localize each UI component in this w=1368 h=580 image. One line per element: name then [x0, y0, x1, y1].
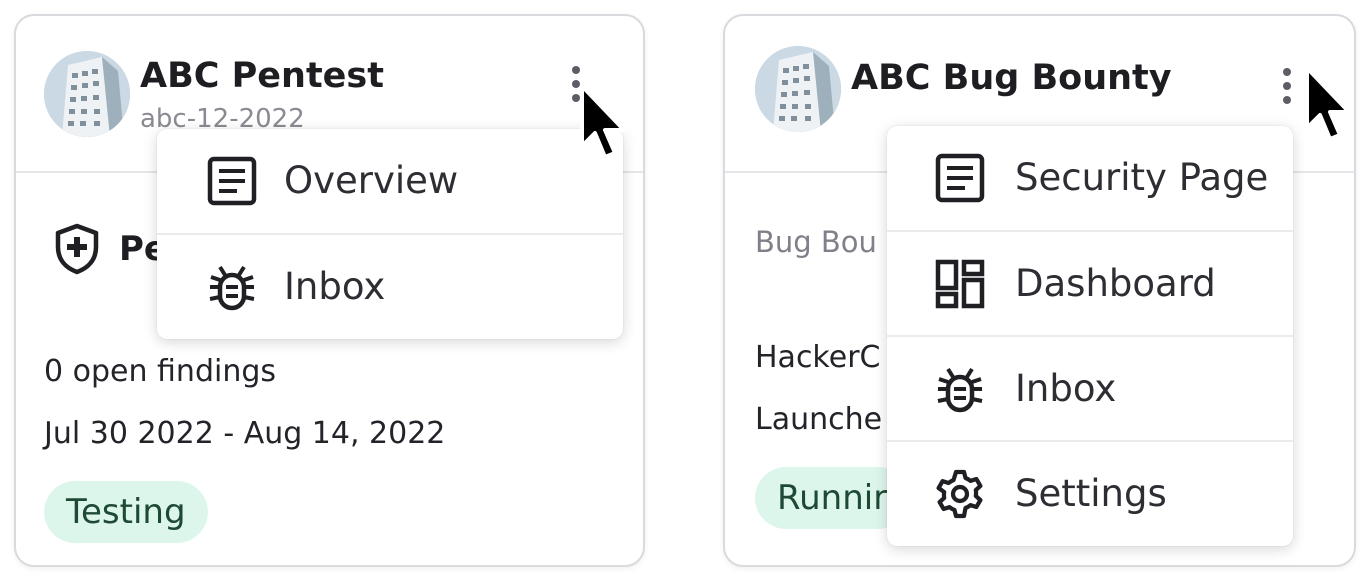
menu-item-security-page[interactable]: Security Page	[887, 126, 1293, 230]
menu-item-label: Settings	[1015, 472, 1167, 515]
menu-item-inbox[interactable]: Inbox	[887, 337, 1293, 441]
bug-icon	[207, 262, 257, 312]
menu-item-overview[interactable]: Overview	[157, 129, 623, 233]
menu-item-label: Dashboard	[1015, 262, 1216, 305]
gear-icon	[935, 469, 985, 519]
mouse-cursor-icon	[1303, 66, 1355, 146]
mouse-cursor-icon	[578, 84, 630, 164]
card-title: ABC Bug Bounty	[851, 58, 1172, 98]
program-type-text: Bug Bou	[755, 225, 877, 259]
context-menu-pentest: Overview Inbox	[157, 129, 623, 339]
kebab-menu-button[interactable]	[1275, 68, 1299, 112]
platform-text: HackerC	[755, 340, 881, 375]
bug-icon	[935, 364, 985, 414]
menu-item-label: Inbox	[284, 265, 386, 308]
menu-item-settings[interactable]: Settings	[887, 442, 1293, 546]
avatar	[44, 51, 130, 137]
menu-item-label: Inbox	[1015, 367, 1117, 410]
shield-plus-icon	[55, 223, 99, 275]
dashboard-icon	[935, 259, 985, 309]
menu-item-label: Security Page	[1015, 156, 1269, 199]
open-findings-text: 0 open findings	[44, 354, 277, 389]
menu-item-dashboard[interactable]: Dashboard	[887, 232, 1293, 336]
menu-item-inbox[interactable]: Inbox	[157, 235, 623, 339]
context-menu-bug-bounty: Security Page Dashboard Inbox Settings	[887, 126, 1293, 546]
launched-text: Launche	[755, 402, 883, 437]
document-icon	[935, 153, 985, 203]
document-icon	[207, 156, 257, 206]
avatar	[755, 46, 841, 132]
date-range-text: Jul 30 2022 - Aug 14, 2022	[44, 416, 446, 451]
card-title: ABC Pentest	[140, 56, 384, 96]
menu-item-label: Overview	[284, 159, 459, 202]
status-badge: Testing	[44, 481, 208, 543]
